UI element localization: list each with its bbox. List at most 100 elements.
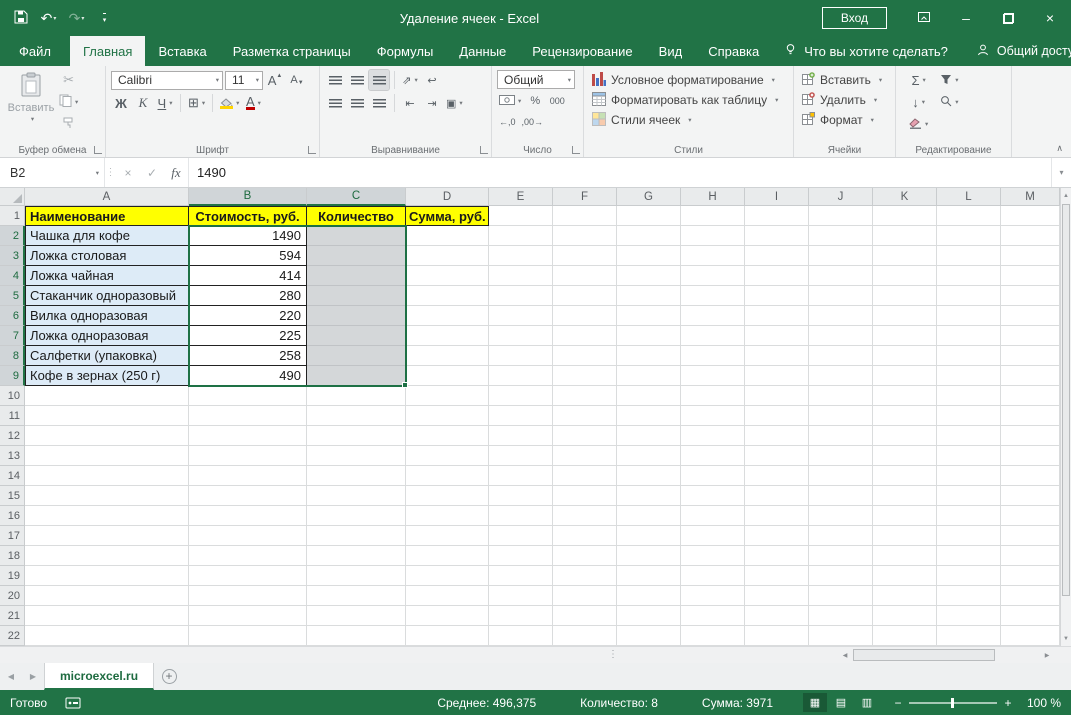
cell-J9[interactable] [809, 366, 873, 386]
align-middle-button[interactable] [347, 70, 367, 90]
cell-F5[interactable] [553, 286, 617, 306]
cell-G22[interactable] [617, 626, 681, 646]
orientation-button[interactable]: ⇗▾ [400, 70, 420, 90]
cell-E3[interactable] [489, 246, 553, 266]
cell-K3[interactable] [873, 246, 937, 266]
share-button[interactable]: Общий доступ [960, 36, 1071, 66]
cell-M6[interactable] [1001, 306, 1060, 326]
cell-I21[interactable] [745, 606, 809, 626]
cell-I10[interactable] [745, 386, 809, 406]
cell-F1[interactable] [553, 206, 617, 226]
expand-formula-bar-button[interactable]: ▾ [1051, 158, 1071, 187]
cell-J13[interactable] [809, 446, 873, 466]
cell-G9[interactable] [617, 366, 681, 386]
cell-G7[interactable] [617, 326, 681, 346]
row-header-5[interactable]: 5 [0, 286, 25, 306]
zoom-level[interactable]: 100 % [1015, 696, 1061, 710]
cell-K2[interactable] [873, 226, 937, 246]
cell-C21[interactable] [307, 606, 406, 626]
cell-D15[interactable] [406, 486, 489, 506]
cell-I22[interactable] [745, 626, 809, 646]
cell-D22[interactable] [406, 626, 489, 646]
cell-E17[interactable] [489, 526, 553, 546]
cell-E8[interactable] [489, 346, 553, 366]
new-sheet-button[interactable]: + [154, 663, 184, 690]
cell-C1[interactable]: Количество [307, 206, 406, 226]
cell-M2[interactable] [1001, 226, 1060, 246]
cell-L6[interactable] [937, 306, 1001, 326]
cell-F9[interactable] [553, 366, 617, 386]
cell-H22[interactable] [681, 626, 745, 646]
cell-G12[interactable] [617, 426, 681, 446]
cell-L16[interactable] [937, 506, 1001, 526]
cell-K12[interactable] [873, 426, 937, 446]
cell-K6[interactable] [873, 306, 937, 326]
number-dialog-launcher[interactable] [572, 146, 580, 154]
row-header-1[interactable]: 1 [0, 206, 25, 226]
cell-J16[interactable] [809, 506, 873, 526]
col-header-G[interactable]: G [617, 188, 681, 206]
underline-button[interactable]: Ч▾ [155, 93, 175, 113]
cell-G14[interactable] [617, 466, 681, 486]
cell-I3[interactable] [745, 246, 809, 266]
cell-F8[interactable] [553, 346, 617, 366]
cell-D18[interactable] [406, 546, 489, 566]
col-header-A[interactable]: A [25, 188, 189, 206]
cell-J22[interactable] [809, 626, 873, 646]
cell-G1[interactable] [617, 206, 681, 226]
cell-J18[interactable] [809, 546, 873, 566]
cell-H6[interactable] [681, 306, 745, 326]
col-header-I[interactable]: I [745, 188, 809, 206]
tell-me-box[interactable]: Что вы хотите сделать? [772, 36, 960, 66]
horizontal-scroll-thumb[interactable] [853, 649, 995, 661]
cell-A2[interactable]: Чашка для кофе [25, 226, 189, 246]
cell-L18[interactable] [937, 546, 1001, 566]
cell-M1[interactable] [1001, 206, 1060, 226]
cell-C18[interactable] [307, 546, 406, 566]
cell-B18[interactable] [189, 546, 307, 566]
cell-K18[interactable] [873, 546, 937, 566]
sheet-nav-next[interactable]: ▶ [22, 663, 44, 690]
number-format-combo[interactable]: Общий▾ [497, 70, 575, 89]
tab-insert[interactable]: Вставка [145, 36, 219, 66]
clipboard-dialog-launcher[interactable] [94, 146, 102, 154]
cell-K16[interactable] [873, 506, 937, 526]
cell-A14[interactable] [25, 466, 189, 486]
cell-M15[interactable] [1001, 486, 1060, 506]
cell-F18[interactable] [553, 546, 617, 566]
col-header-L[interactable]: L [937, 188, 1001, 206]
collapse-ribbon-button[interactable]: ∧ [1056, 143, 1063, 154]
cell-A1[interactable]: Наименование [25, 206, 189, 226]
cell-L22[interactable] [937, 626, 1001, 646]
cell-B17[interactable] [189, 526, 307, 546]
tab-file[interactable]: Файл [0, 36, 70, 66]
formula-bar-grip[interactable]: ⋮ [104, 158, 116, 187]
cell-C11[interactable] [307, 406, 406, 426]
align-center-button[interactable] [347, 93, 367, 113]
cell-C9[interactable] [307, 366, 406, 386]
row-header-20[interactable]: 20 [0, 586, 25, 606]
row-header-9[interactable]: 9 [0, 366, 25, 386]
cell-A16[interactable] [25, 506, 189, 526]
cell-F7[interactable] [553, 326, 617, 346]
cell-D12[interactable] [406, 426, 489, 446]
cell-M8[interactable] [1001, 346, 1060, 366]
cell-H3[interactable] [681, 246, 745, 266]
cell-B9[interactable]: 490 [189, 366, 307, 386]
cell-F10[interactable] [553, 386, 617, 406]
cell-I13[interactable] [745, 446, 809, 466]
format-as-table-button[interactable]: Форматировать как таблицу▾ [589, 90, 790, 110]
row-header-12[interactable]: 12 [0, 426, 25, 446]
cell-D6[interactable] [406, 306, 489, 326]
cell-D7[interactable] [406, 326, 489, 346]
cell-J1[interactable] [809, 206, 873, 226]
cell-M19[interactable] [1001, 566, 1060, 586]
decrease-decimal-button[interactable]: ,00→ [520, 113, 546, 131]
cell-D3[interactable] [406, 246, 489, 266]
cell-K19[interactable] [873, 566, 937, 586]
col-header-F[interactable]: F [553, 188, 617, 206]
cell-D13[interactable] [406, 446, 489, 466]
cell-M18[interactable] [1001, 546, 1060, 566]
cell-H1[interactable] [681, 206, 745, 226]
cell-K14[interactable] [873, 466, 937, 486]
